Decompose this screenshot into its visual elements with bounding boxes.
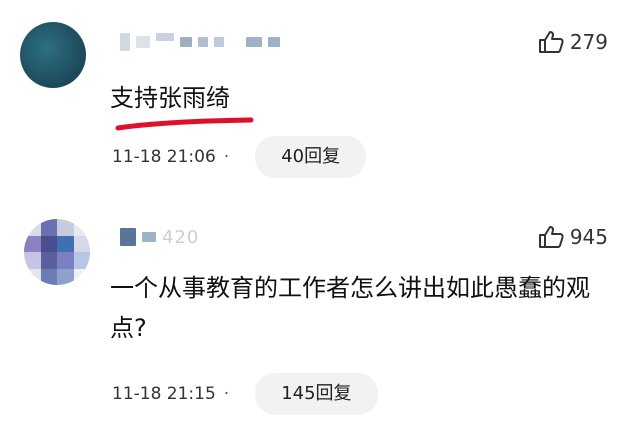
- reply-button[interactable]: 145回复: [255, 373, 378, 415]
- avatar[interactable]: [24, 219, 90, 285]
- comment-item: 279 支持张雨绮 11-18 21:06 · 40回复: [0, 0, 640, 200]
- comment-item: 420 945 一个从事教育的工作者怎么讲出如此愚蠢的观点? 11-18 21:…: [0, 205, 640, 430]
- username-blurred[interactable]: 420: [120, 226, 200, 248]
- username-fragment: 420: [162, 226, 200, 248]
- thumbs-up-icon: [538, 226, 564, 248]
- comment-meta: 11-18 21:06 · 40回复: [112, 136, 367, 178]
- avatar-mosaic: [24, 219, 90, 285]
- comment-time: 11-18 21:06: [112, 147, 216, 167]
- username-blurred[interactable]: [120, 32, 280, 52]
- separator-dot: ·: [223, 147, 230, 167]
- reply-button[interactable]: 40回复: [255, 136, 367, 178]
- comment-meta: 11-18 21:15 · 145回复: [112, 373, 378, 415]
- like-button[interactable]: 279: [538, 30, 608, 54]
- like-count: 945: [569, 225, 608, 249]
- avatar[interactable]: [20, 22, 86, 88]
- comment-text: 一个从事教育的工作者怎么讲出如此愚蠢的观点?: [110, 274, 590, 342]
- like-button[interactable]: 945: [538, 225, 608, 249]
- thumbs-up-icon: [538, 31, 564, 53]
- separator-dot: ·: [223, 384, 230, 404]
- comment-time: 11-18 21:15: [112, 384, 216, 404]
- like-count: 279: [569, 30, 608, 54]
- red-underline-annotation: [115, 117, 254, 131]
